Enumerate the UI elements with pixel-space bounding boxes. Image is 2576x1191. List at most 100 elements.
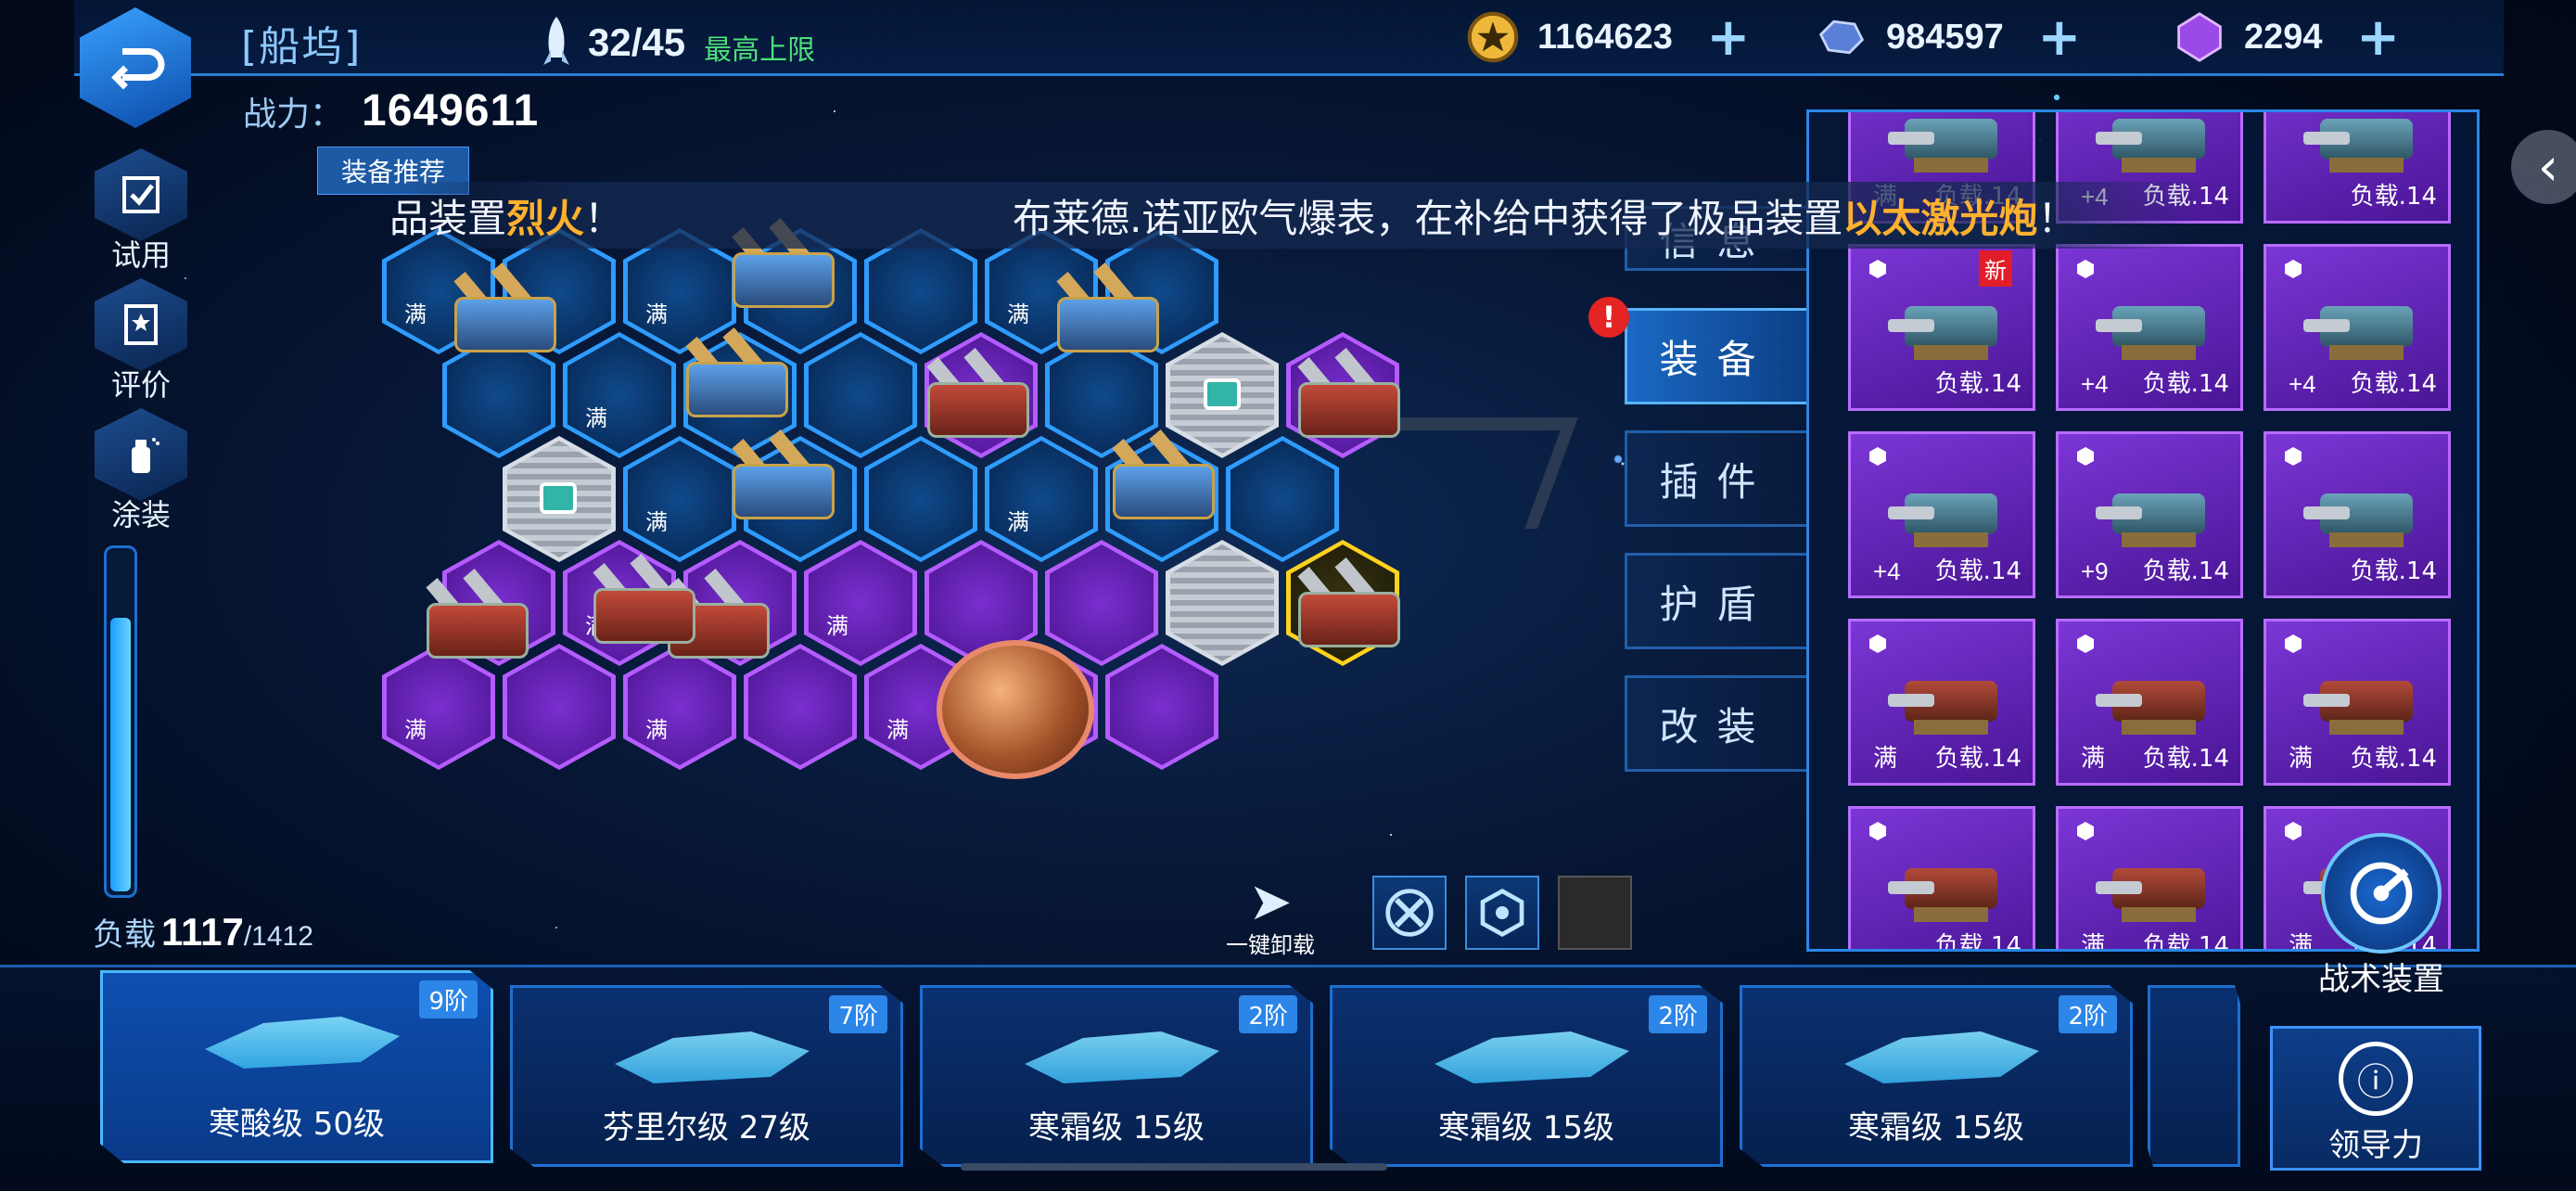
equipment-slot[interactable]: [1045, 540, 1158, 666]
ship-card[interactable]: 7阶芬里尔级 27级: [510, 985, 903, 1167]
inventory-item[interactable]: 负载.14: [2264, 431, 2451, 598]
horizontal-scrollbar[interactable]: [961, 1163, 1387, 1171]
inventory-item[interactable]: +9 负载.14: [2056, 431, 2243, 598]
announcement-previous: 品装置烈火！: [389, 195, 624, 241]
rocket-unload-icon: ➤: [1248, 872, 1293, 932]
item-level: +4: [1873, 557, 1901, 585]
cannon-module[interactable]: [714, 427, 853, 538]
hex-marker-icon: [1869, 822, 1886, 840]
empty-slot-button[interactable]: [1558, 876, 1632, 950]
ship-tier-badge: 7阶: [829, 995, 887, 1033]
hex-marker-icon: [1869, 260, 1886, 278]
ship-core-sphere: [937, 640, 1094, 779]
leadership-button[interactable]: ⓘ 领导力: [2270, 1026, 2481, 1171]
inventory-item[interactable]: 满 负载.14: [1848, 619, 2035, 786]
hex-network-icon: [1480, 888, 1524, 938]
inventory-item[interactable]: 满 负载.14: [2264, 619, 2451, 786]
add-gem-button[interactable]: +: [2341, 7, 2416, 68]
radar-target-icon: [2350, 862, 2413, 925]
item-level: +4: [2289, 370, 2316, 398]
weapon-icon: [1886, 831, 2007, 924]
equipment-slot[interactable]: 满: [804, 540, 917, 666]
equipment-slot[interactable]: 满: [563, 332, 676, 458]
weapon-icon: [2302, 456, 2422, 549]
cannon-module[interactable]: [1094, 427, 1233, 538]
cannon-module[interactable]: [436, 260, 575, 371]
tactical-device-label: 战术装置: [2318, 961, 2444, 998]
padlock-icon: [540, 482, 577, 514]
tab-modify[interactable]: 改装: [1625, 675, 1806, 772]
item-level: 满: [1873, 744, 1898, 772]
cannon-module[interactable]: [1039, 260, 1178, 371]
weapon-icon: [2302, 112, 2422, 174]
hex-marker-icon: [2285, 260, 2302, 278]
tab-plugin[interactable]: 插件: [1625, 430, 1806, 527]
ship-tier-badge: 9阶: [419, 980, 478, 1018]
purple-gem-icon: [2177, 12, 2222, 62]
crossed-swords-icon: [1385, 889, 1434, 937]
red-turret-module[interactable]: [909, 345, 1048, 456]
return-arrow-icon: [111, 48, 165, 90]
hex-marker-icon: [2285, 447, 2302, 466]
red-turret-module[interactable]: [1280, 555, 1419, 666]
inventory-item[interactable]: +4 负载.14: [2264, 244, 2451, 411]
ship-silhouette-icon: [1844, 1031, 2039, 1083]
weapon-icon: [2302, 644, 2422, 736]
padlock-icon: [1204, 378, 1241, 410]
crystal-ore-icon: [1818, 19, 1865, 55]
item-load: 负载.14: [1934, 370, 2021, 398]
weapon-icon: [1886, 112, 2007, 174]
unload-all-button[interactable]: ➤ 一键卸载: [1215, 872, 1326, 959]
add-gold-button[interactable]: +: [1691, 7, 1766, 68]
tab-equip[interactable]: 装备: [1625, 308, 1806, 404]
item-load: 负载.14: [2142, 557, 2229, 585]
new-badge: 新: [1979, 250, 2012, 287]
weapon-icon: [2302, 269, 2422, 362]
red-turret-module[interactable]: [575, 551, 714, 662]
red-turret-module[interactable]: [1280, 345, 1419, 456]
alert-badge: !: [1588, 297, 1629, 338]
ship-card[interactable]: 2阶 寒霜级 15级: [1330, 985, 1723, 1167]
add-crystal-button[interactable]: +: [2022, 7, 2097, 68]
inventory-item[interactable]: +4 负载.14: [2056, 244, 2243, 411]
red-turret-module[interactable]: [408, 566, 547, 677]
weapon-icon: [2094, 269, 2214, 362]
tab-shield[interactable]: 护盾: [1625, 553, 1806, 649]
load-label: 负载: [93, 916, 156, 954]
ship-silhouette-icon: [1025, 1031, 1219, 1083]
weapon-icon: [2094, 644, 2214, 736]
ship-name: 芬里尔级 27级: [602, 1109, 811, 1146]
ship-silhouette-icon: [205, 1017, 400, 1069]
ship-silhouette-icon: [615, 1031, 810, 1083]
ship-card[interactable]: 9阶 寒酸级 50级: [100, 970, 493, 1163]
inventory-item[interactable]: 负载.14: [2264, 112, 2451, 224]
hex-marker-icon: [2077, 447, 2094, 466]
inventory-item[interactable]: +4 负载.14: [1848, 431, 2035, 598]
ship-name: 寒霜级 15级: [1847, 1109, 2025, 1146]
hex-marker-icon: [2077, 634, 2094, 653]
ship-card[interactable]: 2阶寒霜级 15级: [920, 985, 1313, 1167]
tactical-device-button[interactable]: 战术装置: [2298, 833, 2465, 999]
inventory-item[interactable]: 满 负载.14: [2056, 806, 2243, 949]
ship-name: 寒霜级 15级: [1027, 1109, 1205, 1146]
item-load: 负载.14: [2350, 745, 2437, 773]
cannon-module[interactable]: [668, 325, 807, 436]
filter-button[interactable]: [1372, 876, 1447, 950]
hex-marker-icon: [2285, 634, 2302, 653]
hex-marker-icon: [2077, 260, 2094, 278]
inventory-item[interactable]: 满 负载.14: [2056, 619, 2243, 786]
weapon-icon: [2094, 112, 2214, 174]
hex-marker-icon: [1869, 634, 1886, 653]
item-level: 满: [2081, 744, 2106, 772]
ship-tier-badge: 2阶: [1239, 995, 1297, 1033]
load-readout: 负载 1117 /1412: [93, 909, 313, 954]
ship-card-partial[interactable]: [2148, 985, 2240, 1167]
equipment-slot[interactable]: [1105, 644, 1218, 770]
ship-tier-badge: 2阶: [1649, 995, 1707, 1033]
ship-card[interactable]: 2阶 寒霜级 15级: [1740, 985, 2133, 1167]
network-button[interactable]: [1465, 876, 1539, 950]
inventory-item[interactable]: 负载.14: [1848, 806, 2035, 949]
inventory-item[interactable]: 负载.14 新: [1848, 244, 2035, 411]
locked-slot[interactable]: [1166, 540, 1279, 666]
collapse-arrow-icon[interactable]: ‹: [2511, 130, 2576, 204]
